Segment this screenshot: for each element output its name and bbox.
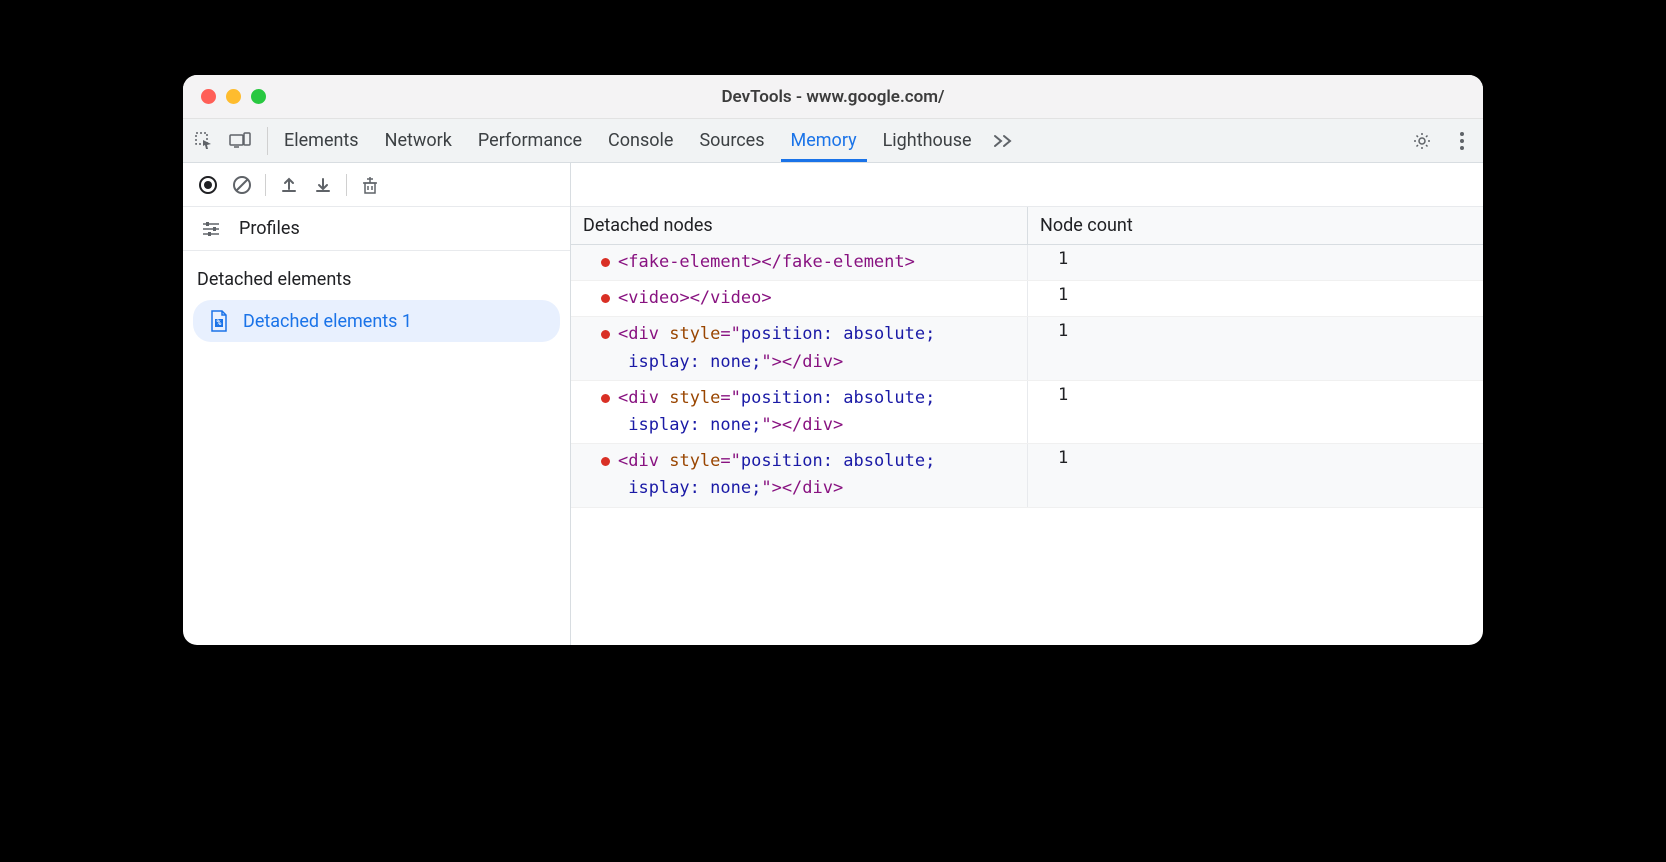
cell-detached-node: <video></video>: [571, 281, 1028, 316]
clear-icon[interactable]: [231, 174, 253, 196]
record-icon[interactable]: [197, 174, 219, 196]
settings-icon[interactable]: [1411, 130, 1433, 152]
profile-item-selected[interactable]: % Detached elements 1: [193, 300, 560, 342]
cell-node-count: 1: [1028, 381, 1483, 443]
detached-indicator-icon: [601, 394, 610, 403]
profile-item-label: Detached elements 1: [243, 311, 412, 332]
tabbar-right-icons: [1411, 130, 1473, 152]
column-header-nodes[interactable]: Detached nodes: [571, 207, 1028, 244]
node-code: <fake-element></fake-element>: [618, 249, 915, 276]
tab-performance[interactable]: Performance: [478, 119, 582, 162]
content-area: Profiles Detached elements % Detached el…: [183, 163, 1483, 645]
tabbar: Elements Network Performance Console Sources…: [183, 119, 1483, 163]
cell-detached-node: <div style="position: absolute; isplay: …: [571, 381, 1028, 443]
download-icon[interactable]: [312, 174, 334, 196]
profiles-header[interactable]: Profiles: [183, 207, 570, 251]
section-label: Detached elements: [183, 251, 570, 300]
detached-indicator-icon: [601, 457, 610, 466]
cell-detached-node: <div style="position: absolute; isplay: …: [571, 317, 1028, 379]
sliders-icon: [201, 219, 221, 239]
cell-detached-node: <div style="position: absolute; isplay: …: [571, 444, 1028, 506]
node-code: <div style="position: absolute; isplay: …: [618, 385, 935, 439]
minimize-window-button[interactable]: [226, 89, 241, 104]
detached-indicator-icon: [601, 294, 610, 303]
column-header-count[interactable]: Node count: [1028, 207, 1483, 244]
inspect-element-icon[interactable]: [193, 130, 215, 152]
detached-indicator-icon: [601, 330, 610, 339]
main-toolbar-blank: [571, 163, 1483, 207]
separator: [346, 174, 347, 196]
table-row[interactable]: <div style="position: absolute; isplay: …: [571, 317, 1483, 380]
node-code: <div style="position: absolute; isplay: …: [618, 321, 935, 375]
node-code: <div style="position: absolute; isplay: …: [618, 448, 935, 502]
cell-node-count: 1: [1028, 245, 1483, 280]
tab-sources[interactable]: Sources: [699, 119, 764, 162]
cell-node-count: 1: [1028, 317, 1483, 379]
close-window-button[interactable]: [201, 89, 216, 104]
main-panel: Detached nodes Node count <fake-element>…: [571, 163, 1483, 645]
more-options-icon[interactable]: [1451, 130, 1473, 152]
table-row[interactable]: <div style="position: absolute; isplay: …: [571, 381, 1483, 444]
table-body: <fake-element></fake-element>1<video></v…: [571, 245, 1483, 645]
window-title: DevTools - www.google.com/: [721, 87, 944, 107]
separator: [265, 174, 266, 196]
tabbar-left-icons: [193, 127, 268, 155]
tab-console[interactable]: Console: [608, 119, 673, 162]
profiles-label: Profiles: [239, 218, 300, 239]
svg-text:%: %: [216, 319, 221, 327]
table-row[interactable]: <div style="position: absolute; isplay: …: [571, 444, 1483, 507]
maximize-window-button[interactable]: [251, 89, 266, 104]
panel-tabs: Elements Network Performance Console Sources…: [284, 119, 972, 162]
detached-indicator-icon: [601, 258, 610, 267]
tab-memory[interactable]: Memory: [791, 119, 857, 162]
sidebar: Profiles Detached elements % Detached el…: [183, 163, 571, 645]
tab-elements[interactable]: Elements: [284, 119, 359, 162]
devtools-window: DevTools - www.google.com/ Elements Netwo…: [183, 75, 1483, 645]
node-code: <video></video>: [618, 285, 772, 312]
cell-node-count: 1: [1028, 444, 1483, 506]
table-row[interactable]: <video></video> 1: [571, 281, 1483, 317]
cell-node-count: 1: [1028, 281, 1483, 316]
titlebar: DevTools - www.google.com/: [183, 75, 1483, 119]
more-tabs-icon[interactable]: [992, 130, 1014, 152]
memory-toolbar: [183, 163, 570, 207]
document-icon: %: [209, 310, 229, 332]
device-toolbar-icon[interactable]: [229, 130, 251, 152]
tab-network[interactable]: Network: [385, 119, 452, 162]
table-row[interactable]: <fake-element></fake-element> 1: [571, 245, 1483, 281]
traffic-lights: [201, 89, 266, 104]
tab-lighthouse[interactable]: Lighthouse: [883, 119, 972, 162]
upload-icon[interactable]: [278, 174, 300, 196]
table-header: Detached nodes Node count: [571, 207, 1483, 245]
cell-detached-node: <fake-element></fake-element>: [571, 245, 1028, 280]
collect-garbage-icon[interactable]: [359, 174, 381, 196]
